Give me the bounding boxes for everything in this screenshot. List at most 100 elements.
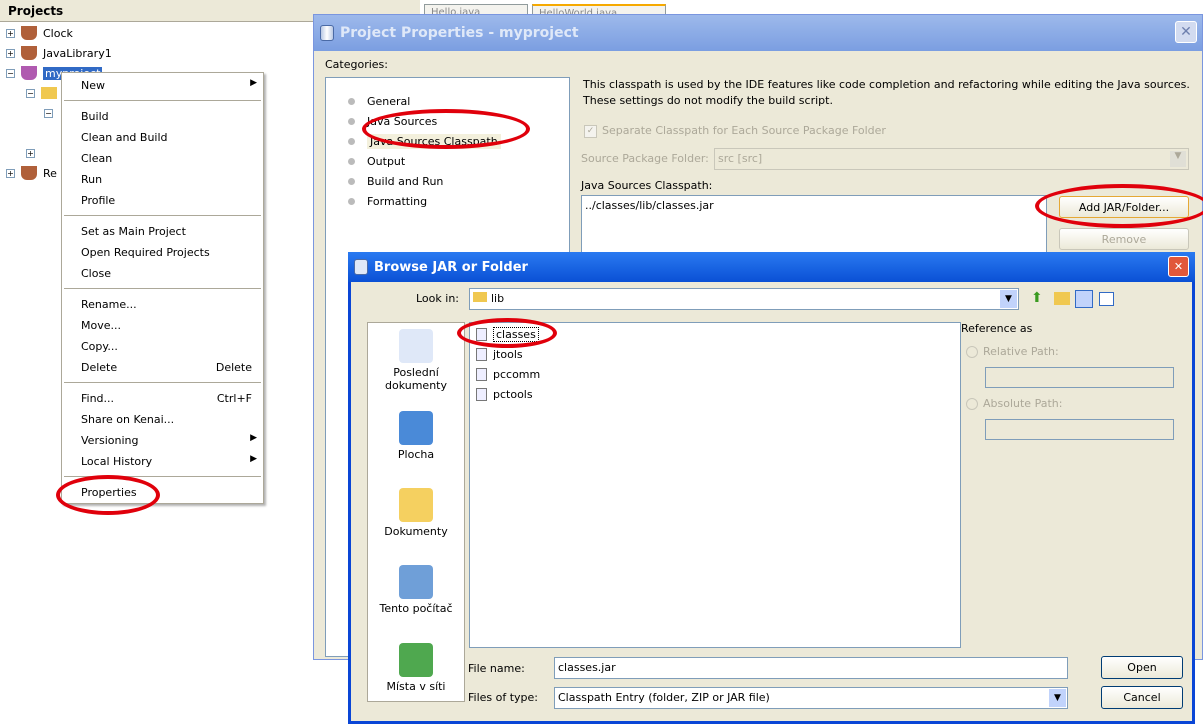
collapse-icon[interactable]: − — [26, 88, 35, 98]
menu-item-label: Clean — [81, 152, 113, 165]
category-item[interactable]: Output — [348, 152, 405, 170]
place-item[interactable]: Tento počítač — [368, 565, 464, 615]
file-label: jtools — [493, 347, 523, 361]
menu-item-find[interactable]: Find... Ctrl+F — [62, 388, 263, 409]
node-label: JavaLibrary1 — [43, 46, 112, 60]
separate-classpath-checkbox[interactable]: ✓ Separate Classpath for Each Source Pack… — [584, 124, 886, 138]
place-item[interactable]: Dokumenty — [368, 488, 464, 538]
menu-item-share-on-kenai[interactable]: Share on Kenai... — [62, 409, 263, 430]
open-button[interactable]: Open — [1101, 656, 1183, 679]
jar-file-icon — [476, 347, 487, 361]
place-icon — [399, 565, 433, 599]
menu-item-profile[interactable]: Profile — [62, 190, 263, 211]
category-item[interactable]: Formatting — [348, 192, 427, 210]
menu-item-label: Copy... — [81, 340, 118, 353]
expand-icon[interactable]: + — [6, 48, 15, 58]
menu-item-clean-and-build[interactable]: Clean and Build — [62, 127, 263, 148]
collapse-icon[interactable]: − — [6, 68, 15, 78]
collapse-icon[interactable]: − — [44, 108, 53, 118]
expand-icon[interactable]: + — [6, 168, 15, 178]
tree-node-package[interactable]: − — [44, 104, 59, 122]
files-of-type-select[interactable]: Classpath Entry (folder, ZIP or JAR file… — [554, 687, 1068, 709]
menu-item-run[interactable]: Run — [62, 169, 263, 190]
menu-item-delete[interactable]: Delete Delete — [62, 357, 263, 378]
menu-item-open-required-projects[interactable]: Open Required Projects — [62, 242, 263, 263]
menu-item-label: Set as Main Project — [81, 225, 186, 238]
java-project-icon — [21, 26, 37, 40]
menu-item-clean[interactable]: Clean — [62, 148, 263, 169]
menu-item-local-history[interactable]: Local History ▶ — [62, 451, 263, 472]
file-item[interactable]: pctools — [476, 385, 533, 403]
chevron-down-icon: ▼ — [1170, 151, 1186, 167]
place-icon — [399, 643, 433, 677]
menu-item-build[interactable]: Build — [62, 106, 263, 127]
menu-item-copy[interactable]: Copy... — [62, 336, 263, 357]
category-item[interactable]: Build and Run — [348, 172, 443, 190]
menu-item-label: Close — [81, 267, 111, 280]
list-view-icon[interactable] — [1075, 290, 1093, 308]
place-icon — [399, 488, 433, 522]
file-name-input[interactable]: classes.jar — [554, 657, 1068, 679]
menu-item-set-as-main-project[interactable]: Set as Main Project — [62, 221, 263, 242]
tree-node-javalibrary1[interactable]: + JavaLibrary1 — [6, 44, 112, 62]
radio-icon — [966, 398, 978, 410]
place-label: Tento počítač — [379, 602, 453, 615]
dialog-title: Browse JAR or Folder — [374, 259, 528, 275]
place-item[interactable]: Plocha — [368, 411, 464, 461]
menu-item-label: Build — [81, 110, 109, 123]
jar-file-icon — [476, 367, 487, 381]
tree-node-re[interactable]: + Re — [6, 164, 57, 182]
absolute-path-radio[interactable]: Absolute Path: — [966, 397, 1062, 410]
dialog-titlebar: Project Properties - myproject — [314, 15, 1202, 51]
menu-item-label: New — [81, 79, 105, 92]
remove-button[interactable]: Remove — [1059, 228, 1189, 250]
place-label: Dokumenty — [384, 525, 448, 538]
classpath-entry[interactable]: ../classes/lib/classes.jar — [585, 199, 1043, 212]
menu-item-rename[interactable]: Rename... — [62, 294, 263, 315]
source-folder-select[interactable]: src [src] ▼ — [714, 148, 1189, 170]
menu-item-label: Find... — [81, 392, 115, 405]
menu-item-move[interactable]: Move... — [62, 315, 263, 336]
category-item[interactable]: General — [348, 92, 410, 110]
menu-item-label: Versioning — [81, 434, 139, 447]
dialog-title: Project Properties - myproject — [340, 25, 579, 41]
annotation-ellipse — [56, 475, 160, 515]
cancel-button[interactable]: Cancel — [1101, 686, 1183, 709]
expand-icon[interactable]: + — [26, 148, 35, 158]
categories-label: Categories: — [325, 58, 388, 71]
up-folder-icon[interactable]: ⬆ — [1031, 290, 1043, 306]
file-name-label: File name: — [468, 662, 525, 675]
menu-separator — [64, 382, 261, 383]
node-label: Re — [43, 166, 57, 180]
file-list[interactable]: classes jtools pccomm pctools — [469, 322, 961, 648]
node-label: Clock — [43, 26, 73, 40]
menu-item-label: Clean and Build — [81, 131, 168, 144]
select-value: src [src] — [718, 152, 763, 165]
category-label: Formatting — [367, 194, 428, 208]
absolute-path-field[interactable] — [985, 419, 1174, 440]
relative-path-radio[interactable]: Relative Path: — [966, 345, 1059, 358]
look-in-select[interactable]: lib ▼ — [469, 288, 1019, 310]
radio-label: Relative Path: — [983, 345, 1059, 358]
classpath-list[interactable]: ../classes/lib/classes.jar — [581, 195, 1047, 255]
new-folder-icon[interactable] — [1054, 292, 1070, 305]
menu-item-new[interactable]: New ▶ — [62, 75, 263, 96]
details-view-icon[interactable] — [1099, 292, 1114, 306]
relative-path-field[interactable] — [985, 367, 1174, 388]
close-button[interactable]: ✕ — [1175, 21, 1197, 43]
menu-item-label: Local History — [81, 455, 153, 468]
file-item[interactable]: pccomm — [476, 365, 540, 383]
tree-node-libraries[interactable]: + — [26, 144, 41, 162]
description-line-2: These settings do not modify the build s… — [583, 94, 833, 107]
close-button[interactable]: ✕ — [1168, 256, 1189, 277]
tree-node-folder[interactable]: − — [26, 84, 57, 102]
place-item[interactable]: Poslední dokumenty — [368, 329, 464, 392]
menu-item-close[interactable]: Close — [62, 263, 263, 284]
expand-icon[interactable]: + — [6, 28, 15, 38]
chevron-down-icon: ▼ — [1000, 290, 1017, 308]
menu-item-versioning[interactable]: Versioning ▶ — [62, 430, 263, 451]
place-label: Místa v síti — [386, 680, 446, 693]
place-item[interactable]: Místa v síti — [368, 643, 464, 693]
menu-item-label: Run — [81, 173, 103, 186]
tree-node-clock[interactable]: + Clock — [6, 24, 73, 42]
